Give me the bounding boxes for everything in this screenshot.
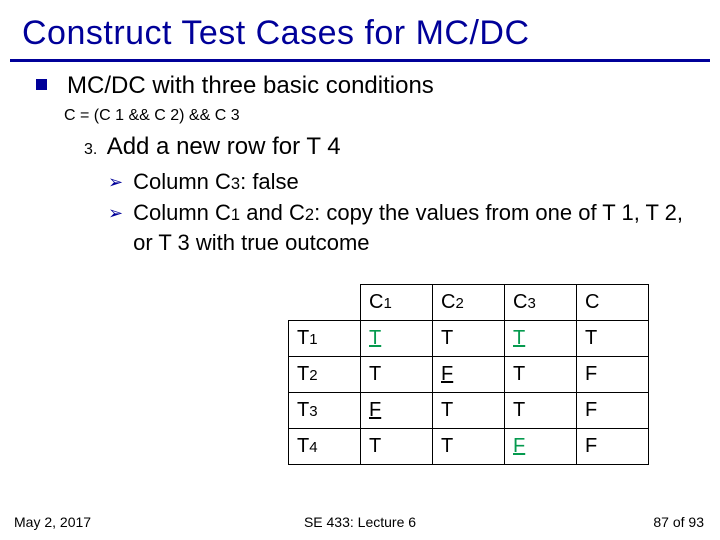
step-text: Add a new row for T 4 (107, 133, 341, 160)
step-number: 3. (84, 141, 97, 158)
table-row: T1 T T T T (289, 320, 649, 356)
arrow-text: Column C1 and C2: copy the values from o… (133, 198, 692, 257)
subscript: 2 (305, 206, 314, 224)
cell-c2: T (433, 320, 505, 356)
slide-body: MC/DC with three basic conditions C = (C… (0, 72, 720, 465)
subscript: 3 (231, 175, 240, 193)
text-fragment: C (513, 291, 527, 313)
arrow-icon: ➢ (108, 201, 123, 225)
page-title: Construct Test Cases for MC/DC (0, 0, 720, 59)
table-corner-cell (289, 284, 361, 320)
arrow-item: ➢ Column C1 and C2: copy the values from… (108, 198, 692, 257)
subscript: 4 (309, 439, 317, 456)
numbered-step: 3. Add a new row for T 4 (84, 133, 692, 161)
row-label: T3 (289, 392, 361, 428)
cell-c3: T (505, 392, 577, 428)
cell-c2: F (433, 356, 505, 392)
slide: Construct Test Cases for MC/DC MC/DC wit… (0, 0, 720, 540)
subscript: 1 (231, 206, 240, 224)
cell-c: T (577, 320, 649, 356)
footer-page-number: 87 of 93 (653, 514, 704, 530)
subscript: 3 (527, 295, 535, 312)
bullet-item: MC/DC with three basic conditions (28, 72, 692, 101)
text-fragment: C (441, 291, 455, 313)
text-fragment: Column C (133, 200, 231, 225)
subscript: 1 (309, 331, 317, 348)
condition-expression: C = (C 1 && C 2) && C 3 (64, 107, 692, 125)
cell-c3: T (505, 356, 577, 392)
subscript: 3 (309, 403, 317, 420)
table-row: T4 T T F F (289, 428, 649, 464)
truth-table-wrap: C1 C2 C3 C T1 T T T T T2 T F T (288, 284, 692, 465)
text-fragment: T (297, 327, 309, 349)
arrow-item: ➢ Column C3: false (108, 167, 692, 197)
square-bullet-icon (36, 79, 47, 90)
arrow-list: ➢ Column C3: false ➢ Column C1 and C2: c… (108, 167, 692, 258)
cell-c2: T (433, 392, 505, 428)
arrow-icon: ➢ (108, 170, 123, 194)
cell-c1: F (361, 392, 433, 428)
cell-c1: T (361, 428, 433, 464)
cell-c3: F (505, 428, 577, 464)
row-label: T1 (289, 320, 361, 356)
subscript: 1 (383, 295, 391, 312)
text-fragment: : false (240, 169, 299, 194)
text-fragment: T (297, 399, 309, 421)
subscript: 2 (309, 367, 317, 384)
text-fragment: T (297, 435, 309, 457)
col-header-c: C (577, 284, 649, 320)
arrow-text: Column C3: false (133, 167, 299, 197)
text-fragment: C (369, 291, 383, 313)
title-divider (10, 59, 710, 62)
subscript: 2 (455, 295, 463, 312)
cell-c: F (577, 356, 649, 392)
row-label: T4 (289, 428, 361, 464)
text-fragment: Column C (133, 169, 231, 194)
table-header-row: C1 C2 C3 C (289, 284, 649, 320)
cell-c: F (577, 428, 649, 464)
table-row: T3 F T T F (289, 392, 649, 428)
cell-c1: T (361, 320, 433, 356)
row-label: T2 (289, 356, 361, 392)
text-fragment: T (297, 363, 309, 385)
truth-table: C1 C2 C3 C T1 T T T T T2 T F T (288, 284, 649, 465)
col-header-c3: C3 (505, 284, 577, 320)
cell-c2: T (433, 428, 505, 464)
cell-c: F (577, 392, 649, 428)
cell-c1: T (361, 356, 433, 392)
footer-course: SE 433: Lecture 6 (0, 514, 720, 530)
cell-c3: T (505, 320, 577, 356)
table-row: T2 T F T F (289, 356, 649, 392)
col-header-c2: C2 (433, 284, 505, 320)
col-header-c1: C1 (361, 284, 433, 320)
bullet-text: MC/DC with three basic conditions (67, 72, 434, 101)
text-fragment: and C (240, 200, 305, 225)
